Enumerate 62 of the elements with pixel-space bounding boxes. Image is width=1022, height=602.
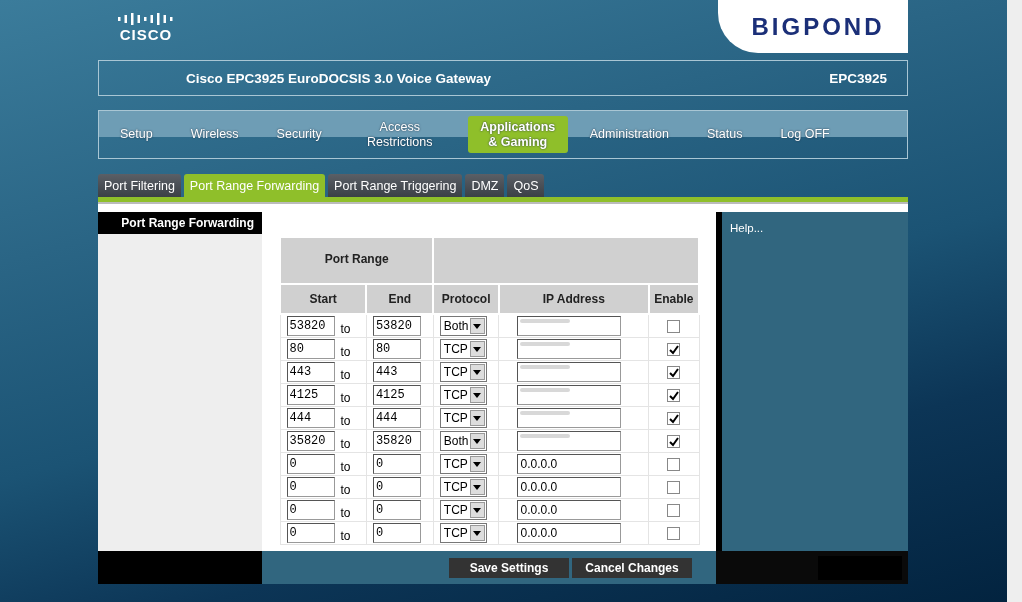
model-name: EPC3925 [829, 70, 887, 86]
to-label: to [340, 391, 351, 405]
ip-address-field[interactable]: 0.0.0.0 [517, 454, 622, 474]
start-port-field[interactable]: 35820 [286, 431, 335, 451]
protocol-dropdown[interactable]: TCP [439, 523, 487, 543]
start-port-field[interactable]: 80 [286, 339, 335, 359]
end-port-field[interactable]: 0 [372, 523, 421, 543]
ip-address-field[interactable]: 0.0.0.0 [517, 500, 622, 520]
sub-tab[interactable]: DMZ [465, 174, 505, 197]
ip-address-field[interactable]: 0.0.0.0 [517, 523, 622, 543]
protocol-dropdown[interactable]: Both [439, 431, 487, 451]
column-header: IP Address [499, 284, 649, 314]
sub-tab[interactable]: Port Range Triggering [328, 174, 463, 197]
protocol-dropdown[interactable]: TCP [439, 385, 487, 405]
to-label: to [340, 506, 351, 520]
protocol-dropdown[interactable]: TCP [439, 500, 487, 520]
start-port-field[interactable]: 0 [286, 500, 335, 520]
sub-tab[interactable]: Port Filtering [98, 174, 181, 197]
column-header: End [366, 284, 434, 314]
bigpond-logo: BIGPOND [718, 0, 908, 53]
ip-address-field[interactable]: 0.0.0.0 [517, 477, 622, 497]
end-port-field[interactable]: 444 [372, 408, 421, 428]
cisco-logo: CISCO [114, 12, 178, 46]
protocol-dropdown[interactable]: TCP [439, 477, 487, 497]
end-port-field[interactable]: 53820 [372, 316, 421, 336]
end-port-field[interactable]: 0 [372, 454, 421, 474]
start-port-field[interactable]: 53820 [286, 316, 335, 336]
column-header: Start [280, 284, 367, 314]
column-header: Port Range [280, 237, 434, 284]
protocol-dropdown[interactable]: Both [439, 316, 487, 336]
nav-tab[interactable]: Access Restrictions [349, 116, 450, 153]
end-port-field[interactable]: 0 [372, 500, 421, 520]
help-link[interactable]: Help... [730, 222, 764, 234]
to-label: to [340, 368, 351, 382]
save-button[interactable]: Save Settings [449, 557, 569, 578]
end-port-field[interactable]: 35820 [372, 431, 421, 451]
to-label: to [340, 414, 351, 428]
start-port-field[interactable]: 0 [286, 454, 335, 474]
sub-tab[interactable]: QoS [507, 174, 545, 197]
cancel-button[interactable]: Cancel Changes [572, 557, 692, 578]
start-port-field[interactable]: 444 [286, 408, 335, 428]
to-label: to [340, 345, 351, 359]
protocol-dropdown[interactable]: TCP [439, 362, 487, 382]
start-port-field[interactable]: 0 [286, 523, 335, 543]
start-port-field[interactable]: 0 [286, 477, 335, 497]
to-label: to [340, 437, 351, 451]
to-label: to [340, 483, 351, 497]
device-title: Cisco EPC3925 EuroDOCSIS 3.0 Voice Gateway [186, 70, 492, 86]
column-header: Protocol [433, 284, 499, 314]
protocol-dropdown[interactable]: TCP [439, 454, 487, 474]
end-port-field[interactable]: 0 [372, 477, 421, 497]
end-port-field[interactable]: 4125 [372, 385, 421, 405]
to-label: to [340, 529, 351, 543]
start-port-field[interactable]: 4125 [286, 385, 335, 405]
start-port-field[interactable]: 443 [286, 362, 335, 382]
end-port-field[interactable]: 80 [372, 339, 421, 359]
protocol-dropdown[interactable]: TCP [439, 339, 487, 359]
to-label: to [340, 460, 351, 474]
end-port-field[interactable]: 443 [372, 362, 421, 382]
protocol-dropdown[interactable]: TCP [439, 408, 487, 428]
section-title: Port Range Forwarding [98, 212, 262, 234]
to-label: to [340, 322, 351, 336]
